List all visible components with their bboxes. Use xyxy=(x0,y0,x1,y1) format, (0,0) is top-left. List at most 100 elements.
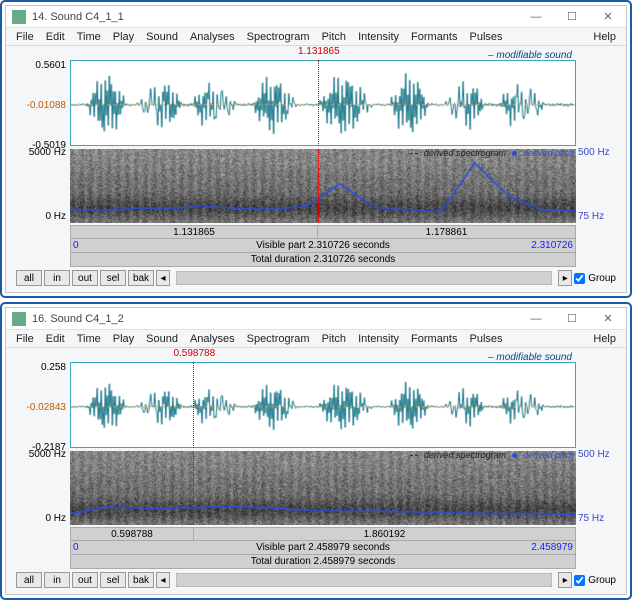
cursor-line-icon[interactable] xyxy=(193,451,194,525)
pitch-dot-icon xyxy=(512,151,517,156)
horizontal-scrollbar[interactable] xyxy=(176,573,552,587)
menu-play[interactable]: Play xyxy=(107,333,140,345)
spectrogram-canvas[interactable] xyxy=(70,451,576,525)
pitch-high-label: 500 Hz xyxy=(578,449,610,460)
maximize-button[interactable]: ☐ xyxy=(554,308,590,330)
time-seg-right[interactable]: 1.178861 xyxy=(318,226,575,238)
close-button[interactable]: ✕ xyxy=(590,308,626,330)
time-segments-bar[interactable]: 0.598788 1.860192 xyxy=(70,527,576,541)
sel-button[interactable]: sel xyxy=(100,270,126,286)
wave-ymax: 0.258 xyxy=(41,362,66,373)
menu-help[interactable]: Help xyxy=(587,31,622,43)
minimize-button[interactable]: — xyxy=(518,6,554,28)
scroll-right-button[interactable]: ▸ xyxy=(558,572,572,588)
cursor-time-label: 0.598788 xyxy=(173,348,215,359)
wave-legend: – modifiable sound xyxy=(488,352,572,363)
spec-dash-icon xyxy=(410,455,418,456)
menu-analyses[interactable]: Analyses xyxy=(184,31,241,43)
wave-ymid: -0.01088 xyxy=(27,100,66,111)
visible-part-label: Visible part 2.310726 seconds xyxy=(256,240,390,251)
scroll-left-button[interactable]: ◂ xyxy=(156,270,170,286)
visible-start: 0 xyxy=(73,542,79,553)
time-seg-left[interactable]: 0.598788 xyxy=(71,528,194,540)
sound-window: 14. Sound C4_1_1 — ☐ ✕ FileEditTimePlayS… xyxy=(5,5,627,293)
menu-formants[interactable]: Formants xyxy=(405,333,463,345)
bak-button[interactable]: bak xyxy=(128,270,154,286)
spec-legend: derived spectrogram derived pitch xyxy=(410,450,574,460)
visible-end: 2.458979 xyxy=(531,542,573,553)
all-button[interactable]: all xyxy=(16,572,42,588)
menu-file[interactable]: File xyxy=(10,31,40,43)
menu-edit[interactable]: Edit xyxy=(40,333,71,345)
group-checkbox-input[interactable] xyxy=(574,575,585,586)
menu-spectrogram[interactable]: Spectrogram xyxy=(241,31,316,43)
group-checkbox-input[interactable] xyxy=(574,273,585,284)
bak-button[interactable]: bak xyxy=(128,572,154,588)
pitch-low-label: 75 Hz xyxy=(578,513,604,524)
total-duration-label: Total duration 2.310726 seconds xyxy=(251,254,396,265)
time-segments-bar[interactable]: 1.131865 1.178861 xyxy=(70,225,576,239)
pitch-high-label: 500 Hz xyxy=(578,147,610,158)
in-button[interactable]: in xyxy=(44,270,70,286)
app-icon xyxy=(12,10,26,24)
total-duration-bar[interactable]: Total duration 2.458979 seconds xyxy=(70,555,576,569)
titlebar[interactable]: 14. Sound C4_1_1 — ☐ ✕ xyxy=(6,6,626,28)
visible-part-bar[interactable]: 0 Visible part 2.458979 seconds 2.458979 xyxy=(70,541,576,555)
app-icon xyxy=(12,312,26,326)
cursor-line-icon[interactable] xyxy=(318,60,319,146)
menu-sound[interactable]: Sound xyxy=(140,31,184,43)
group-checkbox[interactable]: Group xyxy=(574,273,616,284)
scroll-left-button[interactable]: ◂ xyxy=(156,572,170,588)
spec-dash-icon xyxy=(410,153,418,154)
horizontal-scrollbar[interactable] xyxy=(176,271,552,285)
cursor-line-icon[interactable] xyxy=(318,149,319,223)
menu-pulses[interactable]: Pulses xyxy=(464,333,509,345)
menu-time[interactable]: Time xyxy=(71,333,107,345)
total-duration-label: Total duration 2.458979 seconds xyxy=(251,556,396,567)
maximize-button[interactable]: ☐ xyxy=(554,6,590,28)
menu-pitch[interactable]: Pitch xyxy=(316,31,352,43)
menu-pulses[interactable]: Pulses xyxy=(464,31,509,43)
pitch-low-label: 75 Hz xyxy=(578,211,604,222)
titlebar[interactable]: 16. Sound C4_1_2 — ☐ ✕ xyxy=(6,308,626,330)
cursor-time-label: 1.131865 xyxy=(298,46,340,57)
minimize-button[interactable]: — xyxy=(518,308,554,330)
cursor-line-icon[interactable] xyxy=(193,362,194,448)
wave-ymid: -0.02843 xyxy=(27,402,66,413)
spec-low-label: 0 Hz xyxy=(45,513,66,524)
menu-pitch[interactable]: Pitch xyxy=(316,333,352,345)
menu-file[interactable]: File xyxy=(10,333,40,345)
visible-start: 0 xyxy=(73,240,79,251)
menu-time[interactable]: Time xyxy=(71,31,107,43)
sel-button[interactable]: sel xyxy=(100,572,126,588)
spectrogram-canvas[interactable] xyxy=(70,149,576,223)
spec-high-label: 5000 Hz xyxy=(29,147,66,158)
menu-play[interactable]: Play xyxy=(107,31,140,43)
in-button[interactable]: in xyxy=(44,572,70,588)
waveform-canvas[interactable] xyxy=(70,362,576,448)
menu-edit[interactable]: Edit xyxy=(40,31,71,43)
total-duration-bar[interactable]: Total duration 2.310726 seconds xyxy=(70,253,576,267)
group-checkbox[interactable]: Group xyxy=(574,575,616,586)
scroll-right-button[interactable]: ▸ xyxy=(558,270,572,286)
time-seg-left[interactable]: 1.131865 xyxy=(71,226,318,238)
menu-intensity[interactable]: Intensity xyxy=(352,333,405,345)
menu-spectrogram[interactable]: Spectrogram xyxy=(241,333,316,345)
time-seg-right[interactable]: 1.860192 xyxy=(194,528,575,540)
menubar: FileEditTimePlaySoundAnalysesSpectrogram… xyxy=(6,330,626,348)
pitch-dot-icon xyxy=(512,453,517,458)
out-button[interactable]: out xyxy=(72,572,98,588)
waveform-canvas[interactable] xyxy=(70,60,576,146)
sound-window: 16. Sound C4_1_2 — ☐ ✕ FileEditTimePlayS… xyxy=(5,307,627,595)
all-button[interactable]: all xyxy=(16,270,42,286)
menu-intensity[interactable]: Intensity xyxy=(352,31,405,43)
visible-part-bar[interactable]: 0 Visible part 2.310726 seconds 2.310726 xyxy=(70,239,576,253)
close-button[interactable]: ✕ xyxy=(590,6,626,28)
spec-legend: derived spectrogram derived pitch xyxy=(410,148,574,158)
menu-analyses[interactable]: Analyses xyxy=(184,333,241,345)
menu-formants[interactable]: Formants xyxy=(405,31,463,43)
menu-help[interactable]: Help xyxy=(587,333,622,345)
out-button[interactable]: out xyxy=(72,270,98,286)
menu-sound[interactable]: Sound xyxy=(140,333,184,345)
window-title: 16. Sound C4_1_2 xyxy=(32,313,518,325)
